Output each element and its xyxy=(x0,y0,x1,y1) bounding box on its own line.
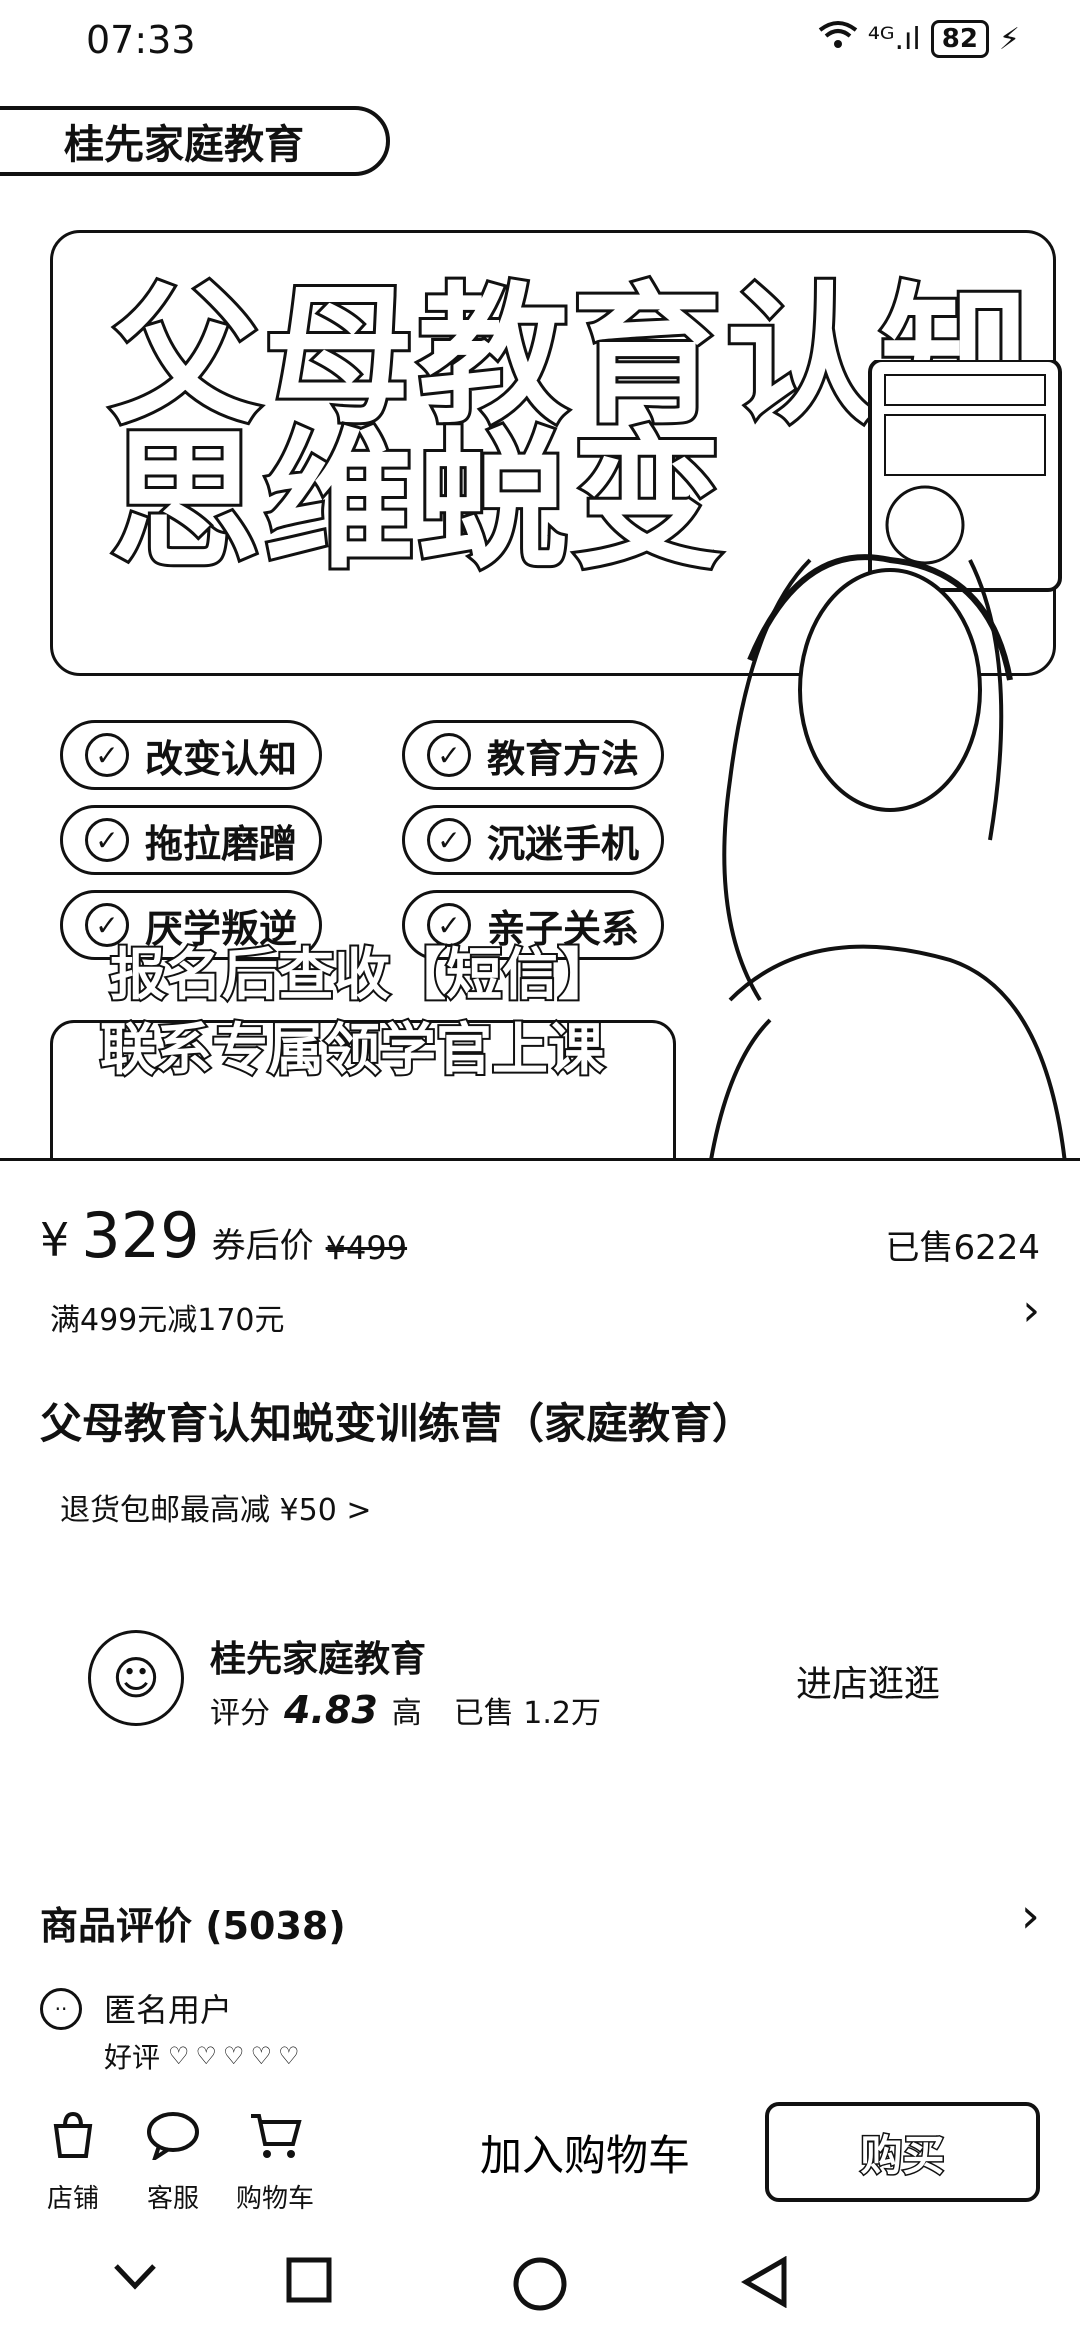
store-score-label: 评分 xyxy=(210,1696,270,1731)
price-value: 329 xyxy=(81,1199,200,1272)
star-icon: ♡ xyxy=(250,2042,273,2070)
store-score-level: 高 xyxy=(391,1696,422,1731)
store-sold: 已售 1.2万 xyxy=(453,1696,602,1731)
hero-person-illustration xyxy=(709,360,1067,1160)
store-avatar[interactable]: ☺ xyxy=(88,1630,184,1726)
hero-tag: ✓ 沉迷手机 xyxy=(402,805,665,875)
star-icon: ♡ xyxy=(223,2042,245,2070)
hero-tag: ✓ 拖拉磨蹭 xyxy=(60,805,323,875)
cellular-signal-icon: ⁴ᴳ.ıl xyxy=(867,21,921,57)
return-policy-link[interactable]: 退货包邮最高减 ¥50 > xyxy=(60,1485,371,1529)
enter-store-button[interactable]: 进店逛逛 xyxy=(796,1655,940,1707)
triangle-back-icon[interactable] xyxy=(740,2255,790,2317)
chevron-right-icon[interactable]: › xyxy=(1021,1888,1040,1944)
hero-brand-pill: 桂先家庭教育 xyxy=(0,106,390,176)
avatar-icon: ☺ xyxy=(112,1651,160,1705)
status-time: 07:33 xyxy=(86,18,196,62)
check-icon: ✓ xyxy=(85,733,129,777)
star-icon: ♡ xyxy=(278,2042,300,2070)
chat-bubble-icon xyxy=(128,2110,218,2172)
wifi-icon xyxy=(818,20,858,58)
charging-icon: ⚡ xyxy=(998,21,1020,57)
review-rating: 好评 ♡ ♡ ♡ ♡ ♡ xyxy=(104,2036,300,2076)
hero-cta-line2: 联系专属领学官上课 xyxy=(98,1016,606,1085)
reviews-title[interactable]: 商品评价 (5038) xyxy=(40,1895,346,1950)
cart-action[interactable]: 购物车 xyxy=(230,2110,320,2215)
buy-button[interactable]: 购买 xyxy=(765,2102,1040,2202)
store-action[interactable]: 店铺 xyxy=(28,2110,118,2215)
product-title: 父母教育认知蜕变训练营（家庭教育） xyxy=(40,1399,755,1448)
review-user-avatar-icon: ·· xyxy=(40,1988,82,2030)
check-icon: ✓ xyxy=(85,818,129,862)
price-original: ¥499 xyxy=(325,1229,408,1267)
star-icon: ♡ xyxy=(168,2042,190,2070)
status-icons: ⁴ᴳ.ıl 82 ⚡ xyxy=(818,20,1020,58)
store-score: 4.83 xyxy=(284,1688,378,1732)
chevron-right-icon[interactable]: › xyxy=(1022,1285,1040,1336)
hero-cta-line1: 报名后查收【短信】 xyxy=(108,941,616,1010)
hero-tag: ✓ 改变认知 xyxy=(60,720,323,790)
hero-tag: ✓ 教育方法 xyxy=(402,720,665,790)
circle-icon[interactable] xyxy=(512,2256,568,2321)
bottom-action-bar: 店铺 客服 购物车 加入购物车 购买 xyxy=(0,2080,1080,2240)
store-meta: 评分 4.83 高 已售 1.2万 xyxy=(210,1688,601,1732)
review-user-name: 匿名用户 xyxy=(104,1991,233,2029)
price-currency: ¥ xyxy=(40,1213,70,1267)
system-nav-bar xyxy=(0,2250,1080,2340)
star-icon: ♡ xyxy=(195,2042,218,2070)
cart-icon xyxy=(230,2110,320,2172)
review-stars: ♡ ♡ ♡ ♡ ♡ xyxy=(168,2042,300,2070)
review-rating-label: 好评 xyxy=(104,2041,161,2074)
square-icon[interactable] xyxy=(285,2256,333,2313)
chevron-down-icon[interactable] xyxy=(110,2256,160,2305)
service-action[interactable]: 客服 xyxy=(128,2110,218,2215)
bag-icon xyxy=(28,2110,118,2172)
hero-title-line2: 思维蜕变 xyxy=(107,412,727,592)
hero-banner[interactable]: 桂先家庭教育 父母教育认知 思维蜕变 ✓ 改变认知 ✓ 教育方法 ✓ 拖拉磨蹭 … xyxy=(0,100,1080,1160)
store-name[interactable]: 桂先家庭教育 xyxy=(210,1630,426,1682)
sold-count: 已售6224 xyxy=(885,1228,1040,1268)
check-icon: ✓ xyxy=(427,818,471,862)
price-row: ¥ 329 券后价 ¥499 xyxy=(40,1199,408,1272)
battery-icon: 82 xyxy=(930,20,989,58)
divider xyxy=(0,1158,1080,1161)
check-icon: ✓ xyxy=(427,733,471,777)
add-to-cart-button[interactable]: 加入购物车 xyxy=(480,2122,690,2183)
discount-info[interactable]: 满499元减170元 xyxy=(50,1295,285,1339)
price-after-coupon-label: 券后价 xyxy=(211,1226,314,1266)
